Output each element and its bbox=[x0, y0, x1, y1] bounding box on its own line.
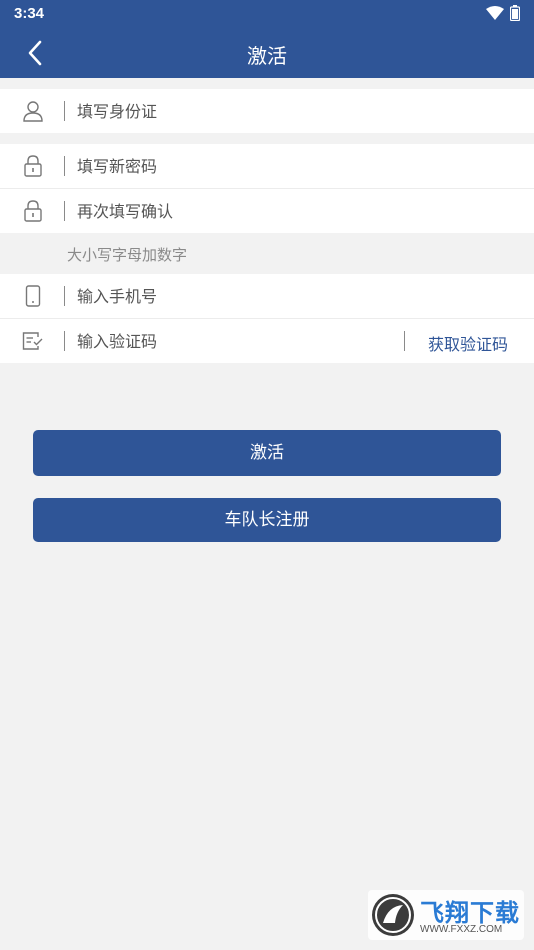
page-title: 激活 bbox=[247, 44, 287, 68]
row-divider bbox=[64, 156, 65, 176]
phone-input[interactable] bbox=[77, 282, 377, 310]
verify-code-row: 获取验证码 bbox=[0, 318, 534, 363]
get-code-button[interactable]: 获取验证码 bbox=[428, 331, 508, 355]
password-hint: 大小写字母加数字 bbox=[67, 246, 188, 264]
phone-icon bbox=[21, 284, 45, 308]
battery-icon bbox=[510, 5, 520, 21]
watermark-logo-icon bbox=[372, 894, 414, 936]
confirm-password-input[interactable] bbox=[77, 197, 377, 225]
lock-icon bbox=[21, 154, 45, 178]
watermark-text: 飞翔下载 bbox=[420, 899, 520, 927]
id-card-input[interactable] bbox=[77, 97, 377, 125]
watermark-url: WWW.FXXZ.COM bbox=[420, 924, 503, 935]
new-password-row bbox=[0, 144, 534, 188]
phone-group: 获取验证码 bbox=[0, 274, 534, 363]
id-card-group bbox=[0, 89, 534, 133]
phone-row bbox=[0, 274, 534, 318]
row-divider bbox=[64, 331, 65, 351]
lock-icon bbox=[21, 199, 45, 223]
activate-button[interactable]: 激活 bbox=[33, 430, 501, 476]
password-hint-area: 大小写字母加数字 bbox=[0, 234, 534, 274]
row-divider bbox=[64, 286, 65, 306]
edit-note-icon bbox=[21, 329, 45, 353]
confirm-password-row bbox=[0, 188, 534, 233]
status-time: 3:34 bbox=[14, 5, 45, 22]
captain-register-button[interactable]: 车队长注册 bbox=[33, 498, 501, 542]
row-divider bbox=[64, 201, 65, 221]
wifi-icon bbox=[486, 6, 504, 20]
status-bar: 3:34 bbox=[0, 0, 534, 28]
password-group bbox=[0, 144, 534, 233]
new-password-input[interactable] bbox=[77, 152, 377, 180]
watermark: 飞翔下载 WWW.FXXZ.COM bbox=[368, 890, 524, 940]
verify-code-input[interactable] bbox=[77, 327, 387, 355]
id-card-row bbox=[0, 89, 534, 133]
status-icons bbox=[486, 5, 520, 21]
row-divider bbox=[64, 101, 65, 121]
code-divider bbox=[404, 331, 405, 351]
app-bar: 激活 bbox=[0, 28, 534, 78]
user-icon bbox=[21, 99, 45, 123]
